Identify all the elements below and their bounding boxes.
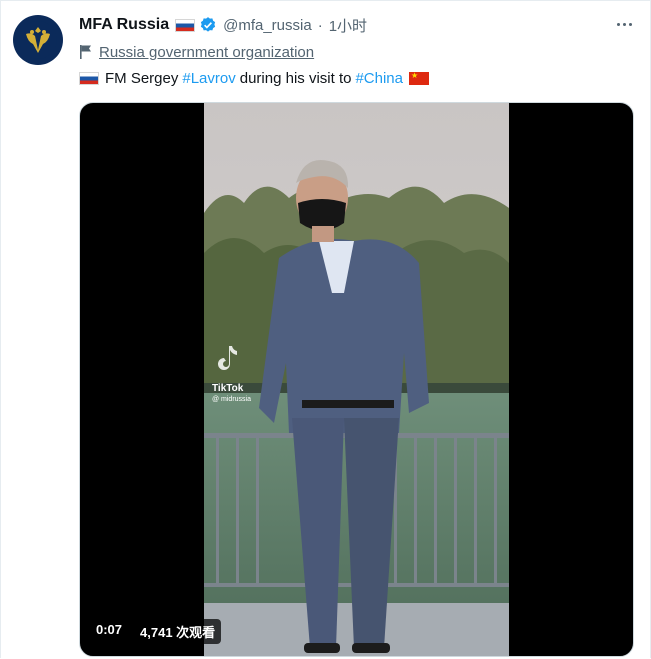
avatar[interactable] (13, 15, 63, 65)
video-frame[interactable]: TikTok @ midrussia (204, 103, 509, 656)
china-flag-icon (409, 71, 429, 85)
hashtag-lavrov[interactable]: #Lavrov (182, 70, 235, 87)
author-name[interactable]: MFA Russia (79, 16, 169, 34)
hashtag-china[interactable]: #China (355, 70, 403, 87)
video-player[interactable]: TikTok @ midrussia 0:07 4,741 次观看 (79, 102, 634, 657)
russia-flag-icon (79, 71, 99, 85)
more-dot (616, 22, 620, 26)
tweet-header: MFA Russia @mfa_russia · 1小时 (79, 14, 367, 36)
video-elapsed-time: 0:07 (90, 619, 129, 644)
label-link[interactable]: Russia government organization (99, 44, 314, 61)
more-options-icon[interactable] (614, 15, 634, 33)
video-still-image: TikTok @ midrussia (204, 103, 509, 656)
tweet-text: FM Sergey #Lavrov during his visit to #C… (79, 67, 429, 89)
more-dot (628, 22, 632, 26)
tweet-card[interactable]: MFA Russia @mfa_russia · 1小时 Russia gove… (0, 0, 651, 658)
text-middle: during his visit to (239, 69, 352, 87)
russia-flag-icon (175, 18, 196, 32)
timestamp[interactable]: 1小时 (329, 15, 367, 36)
more-dot (622, 22, 626, 26)
flag-icon (80, 45, 91, 59)
separator-dot: · (317, 16, 323, 34)
tiktok-watermark-handle: @ midrussia (212, 396, 251, 403)
text-prefix: FM Sergey (105, 69, 179, 87)
video-overlay: 0:07 4,741 次观看 (90, 619, 222, 644)
tiktok-watermark-brand: TikTok (212, 383, 244, 394)
verified-badge-icon (200, 17, 216, 32)
coat-of-arms-icon (19, 21, 57, 59)
video-view-count: 4,741 次观看 (134, 619, 222, 644)
author-handle[interactable]: @mfa_russia (223, 17, 312, 34)
account-label: Russia government organization (79, 41, 314, 63)
